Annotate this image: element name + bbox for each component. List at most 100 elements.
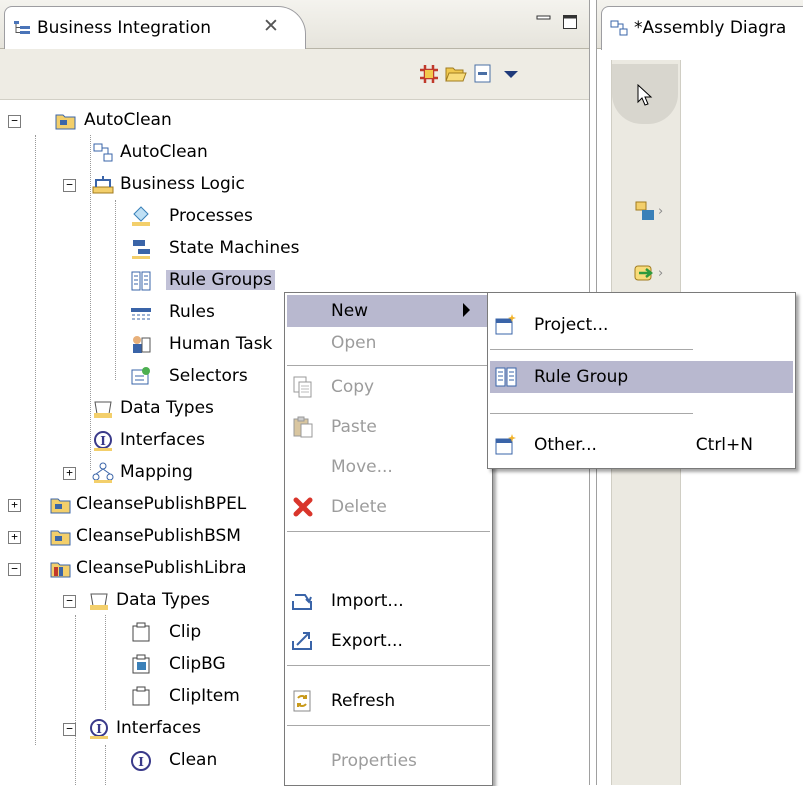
new-submenu: Project... Rule Group Other... Ctrl+N <box>487 292 796 469</box>
grid-filter-icon[interactable] <box>418 63 440 85</box>
menu-item-label: Import... <box>331 591 404 611</box>
interface-icon: I <box>94 431 112 451</box>
tree-item-label: Interfaces <box>120 430 205 450</box>
collapse-toggle[interactable]: − <box>8 563 21 576</box>
folder-icon <box>50 498 71 514</box>
close-icon[interactable]: ✕ <box>263 15 279 37</box>
palette-components-drawer[interactable]: › <box>634 200 670 226</box>
tree-item-processes[interactable]: Processes <box>0 201 300 233</box>
tree-item-label: Mapping <box>120 462 193 482</box>
menu-item-delete[interactable]: Delete <box>287 491 490 523</box>
menu-item-new[interactable]: New <box>287 295 490 327</box>
view-tab-strip: Business Integration ✕ <box>0 0 589 50</box>
tree-item-clipbg[interactable]: ClipBG <box>0 649 284 681</box>
menu-item-copy[interactable]: Copy <box>287 371 490 403</box>
tree-item-cleanse-bsm[interactable]: + CleansePublishBSM <box>0 521 284 553</box>
business-integration-tab[interactable]: Business Integration ✕ <box>4 6 306 50</box>
tree-item-human-task[interactable]: Human Task <box>0 329 284 361</box>
collapse-toggle[interactable]: − <box>8 115 21 128</box>
submenu-item-rule-group[interactable]: Rule Group <box>490 361 793 393</box>
tree-item-state-machines[interactable]: State Machines <box>0 233 320 265</box>
tree-item-clipitem[interactable]: ClipItem <box>0 681 284 713</box>
import-icon <box>292 594 312 610</box>
tree-item-data-types[interactable]: Data Types <box>0 393 284 425</box>
delete-icon <box>293 497 313 517</box>
tree-item-clip[interactable]: Clip <box>0 617 284 649</box>
collapse-all-icon[interactable] <box>472 63 494 85</box>
menu-item-import[interactable]: Import... <box>287 585 490 617</box>
menu-item-label: Move... <box>331 457 393 477</box>
tree-item-clean[interactable]: I Clean <box>0 745 284 777</box>
menu-separator <box>490 349 693 350</box>
submenu-arrow-icon <box>463 303 470 317</box>
view-toolbar <box>0 49 589 100</box>
tree-item-lib-data-types[interactable]: − Data Types <box>0 585 284 617</box>
open-folder-icon[interactable] <box>445 63 467 85</box>
menu-item-label: Project... <box>534 315 609 335</box>
menu-separator <box>287 531 490 532</box>
keyboard-shortcut: Ctrl+N <box>695 435 753 455</box>
collapse-toggle[interactable]: − <box>63 595 76 608</box>
tree-item-business-logic[interactable]: − Business Logic <box>0 169 300 201</box>
tree-item-lib-interfaces[interactable]: − I Interfaces <box>0 713 284 745</box>
state-machine-icon <box>132 240 150 259</box>
tree-item-label: ClipItem <box>169 686 240 706</box>
assembly-icon <box>93 143 113 162</box>
human-task-icon <box>133 336 151 353</box>
tree-item-rules[interactable]: Rules <box>0 297 284 329</box>
menu-item-properties[interactable]: Properties <box>287 745 490 777</box>
refresh-icon <box>293 690 311 712</box>
chevron-right-icon: › <box>658 266 664 281</box>
tree-item-rule-groups[interactable]: Rule Groups <box>0 265 300 297</box>
copy-icon <box>293 376 312 398</box>
rules-icon <box>131 308 151 320</box>
menu-separator <box>287 725 490 726</box>
menu-item-label: Refresh <box>331 691 396 711</box>
tree-item-label: Clean <box>169 750 218 770</box>
export-icon <box>292 632 312 650</box>
menu-item-paste[interactable]: Paste <box>287 411 490 443</box>
folder-icon <box>50 530 71 546</box>
menu-item-refresh[interactable]: Refresh <box>287 685 490 717</box>
component-icon <box>635 201 654 220</box>
expand-toggle[interactable]: + <box>8 499 21 512</box>
collapse-toggle[interactable]: − <box>63 179 76 192</box>
tree-item-label: Interfaces <box>116 718 201 738</box>
tree-item-selectors[interactable]: Selectors <box>0 361 284 393</box>
tree-item-autoclean-project[interactable]: − AutoClean <box>0 105 300 137</box>
tree-item-mapping[interactable]: + Mapping <box>0 457 284 489</box>
assembly-diagram-tab[interactable]: *Assembly Diagra <box>601 6 803 50</box>
tree-item-label: ClipBG <box>169 654 226 674</box>
collapse-toggle[interactable]: − <box>63 723 76 736</box>
menu-item-label: Other... <box>534 435 597 455</box>
business-graph-icon <box>132 654 150 674</box>
menu-item-label: Rule Group <box>534 367 629 387</box>
menu-item-label: Open <box>331 333 377 353</box>
tree-item-autoclean-assembly[interactable]: AutoClean <box>0 137 300 169</box>
paste-icon <box>293 416 313 438</box>
tree-item-interfaces[interactable]: I Interfaces <box>0 425 284 457</box>
menu-item-open[interactable]: Open <box>287 327 490 359</box>
tree-item-cleanse-bpel[interactable]: + CleansePublishBPEL <box>0 489 284 521</box>
tree-item-label: Processes <box>169 206 253 226</box>
expand-toggle[interactable]: + <box>8 531 21 544</box>
submenu-item-other[interactable]: Other... Ctrl+N <box>490 429 793 461</box>
tree-item-label: Data Types <box>116 590 210 610</box>
submenu-item-project[interactable]: Project... <box>490 309 793 341</box>
view-menu-icon[interactable] <box>500 63 522 85</box>
menu-item-move[interactable]: Move... <box>287 451 490 483</box>
editor-title: *Assembly Diagra <box>634 18 787 38</box>
menu-item-label: Paste <box>331 417 377 437</box>
palette-selection-tool[interactable] <box>612 64 678 124</box>
expand-toggle[interactable]: + <box>63 467 76 480</box>
chevron-right-icon: › <box>658 204 664 219</box>
import-arrow-icon <box>634 265 654 281</box>
menu-item-export[interactable]: Export... <box>287 625 490 657</box>
svg-text:I: I <box>96 722 102 736</box>
tree-item-cleanse-library[interactable]: − CleansePublishLibra <box>0 553 284 585</box>
maximize-icon[interactable] <box>562 14 578 30</box>
minimize-icon[interactable] <box>535 12 553 30</box>
menu-separator <box>490 413 693 414</box>
interface-icon: I <box>90 719 108 739</box>
palette-wiring-drawer[interactable]: › <box>634 262 670 288</box>
